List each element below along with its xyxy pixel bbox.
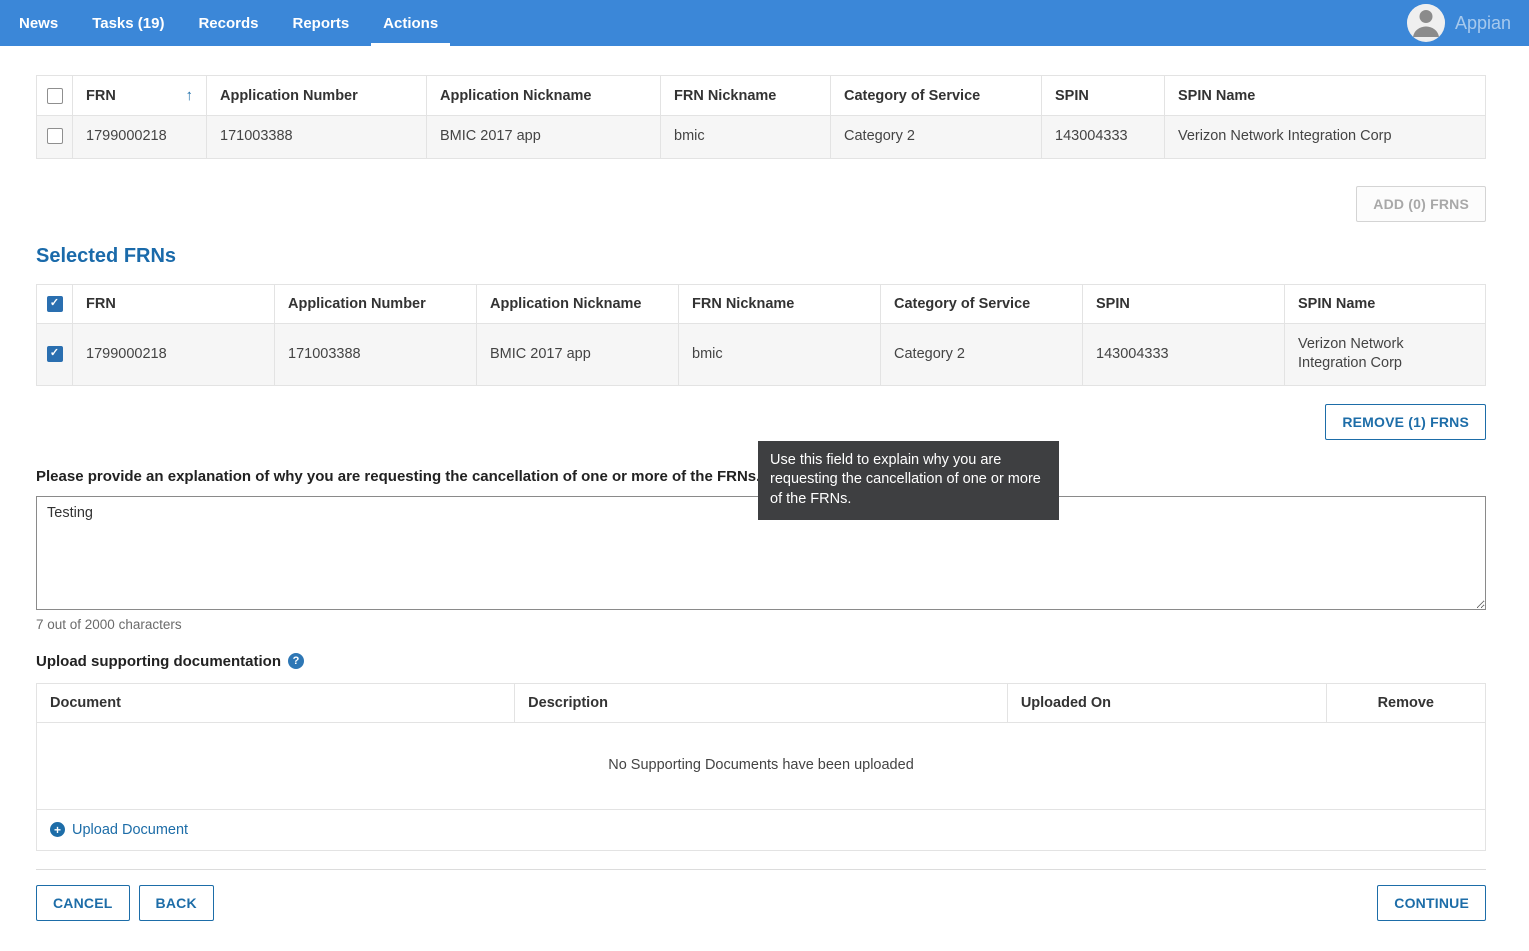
plus-circle-icon: + [50,822,65,837]
col-application-number[interactable]: Application Number [207,76,427,116]
continue-button[interactable]: CONTINUE [1377,885,1486,921]
character-count: 7 out of 2000 characters [36,617,1486,632]
footer-actions: CANCEL BACK CONTINUE [36,885,1486,921]
empty-documents-message: No Supporting Documents have been upload… [37,722,1486,809]
selected-frns-table: FRN Application Number Application Nickn… [36,284,1486,386]
cell-application-number: 171003388 [207,116,427,159]
col-frn-nickname[interactable]: FRN Nickname [679,284,881,323]
main-content: FRN ↑ Application Number Application Nic… [0,75,1529,951]
upload-document-link[interactable]: + Upload Document [50,822,188,838]
nav-item-news[interactable]: News [2,0,75,46]
col-application-nickname[interactable]: Application Nickname [477,284,679,323]
table-row: 1799000218 171003388 BMIC 2017 app bmic … [37,323,1486,385]
help-icon[interactable]: ? [288,653,304,669]
appian-logo: Appian [1455,13,1511,34]
col-frn[interactable]: FRN [73,284,275,323]
col-spin[interactable]: SPIN [1042,76,1165,116]
table-row: 1799000218 171003388 BMIC 2017 app bmic … [37,116,1486,159]
nav-item-actions[interactable]: Actions [366,0,455,46]
upload-table: Document Description Uploaded On Remove … [36,683,1486,810]
cell-spin-name: Verizon Network Integration Corp [1165,116,1486,159]
col-document: Document [37,683,515,722]
top-nav: News Tasks (19) Records Reports Actions … [0,0,1529,46]
row-checkbox[interactable] [47,128,63,144]
selected-frns-header-row: FRN Application Number Application Nickn… [37,284,1486,323]
cell-category-of-service: Category 2 [831,116,1042,159]
help-tooltip: Use this field to explain why you are re… [758,441,1059,520]
cell-application-nickname: BMIC 2017 app [477,323,679,385]
cell-frn: 1799000218 [73,116,207,159]
cell-frn-nickname: bmic [679,323,881,385]
selected-frns-title: Selected FRNs [36,245,1486,268]
col-application-number[interactable]: Application Number [275,284,477,323]
available-frns-table: FRN ↑ Application Number Application Nic… [36,75,1486,159]
col-frn-nickname[interactable]: FRN Nickname [661,76,831,116]
cancel-button[interactable]: CANCEL [36,885,130,921]
select-all-selected-checkbox[interactable] [47,296,63,312]
cell-spin: 143004333 [1042,116,1165,159]
cell-category-of-service: Category 2 [881,323,1083,385]
cell-frn-nickname: bmic [661,116,831,159]
upload-header-row: Document Description Uploaded On Remove [37,683,1486,722]
available-frns-header-row: FRN ↑ Application Number Application Nic… [37,76,1486,116]
col-spin-name[interactable]: SPIN Name [1285,284,1486,323]
upload-label: Upload supporting documentation [36,653,281,670]
explanation-section: Use this field to explain why you are re… [36,468,1486,632]
upload-section: Upload supporting documentation ? Docume… [36,653,1486,851]
col-category-of-service[interactable]: Category of Service [831,76,1042,116]
col-category-of-service[interactable]: Category of Service [881,284,1083,323]
sort-ascending-icon[interactable]: ↑ [186,87,194,104]
add-frns-button[interactable]: ADD (0) FRNS [1356,186,1486,222]
avatar[interactable] [1407,4,1445,42]
select-all-available-checkbox[interactable] [47,88,63,104]
col-spin-name[interactable]: SPIN Name [1165,76,1486,116]
col-description: Description [515,683,1008,722]
cell-application-number: 171003388 [275,323,477,385]
cell-application-nickname: BMIC 2017 app [427,116,661,159]
col-frn[interactable]: FRN ↑ [73,76,207,116]
row-checkbox[interactable] [47,346,63,362]
nav-item-reports[interactable]: Reports [275,0,366,46]
nav-right: Appian [1407,0,1529,46]
nav-tabs: News Tasks (19) Records Reports Actions [0,0,455,46]
col-application-nickname[interactable]: Application Nickname [427,76,661,116]
footer-divider [36,869,1486,870]
cell-spin: 143004333 [1083,323,1285,385]
cell-spin-name: Verizon Network Integration Corp [1285,323,1486,385]
nav-item-records[interactable]: Records [181,0,275,46]
nav-item-tasks[interactable]: Tasks (19) [75,0,181,46]
upload-link-row: + Upload Document [36,810,1486,851]
col-uploaded-on: Uploaded On [1007,683,1326,722]
col-remove: Remove [1326,683,1485,722]
back-button[interactable]: BACK [139,885,214,921]
cell-frn: 1799000218 [73,323,275,385]
empty-documents-row: No Supporting Documents have been upload… [37,722,1486,809]
col-spin[interactable]: SPIN [1083,284,1285,323]
page: News Tasks (19) Records Reports Actions … [0,0,1529,951]
user-icon [1407,4,1445,42]
remove-frns-button[interactable]: REMOVE (1) FRNS [1325,404,1486,440]
explanation-label: Please provide an explanation of why you… [36,468,760,485]
